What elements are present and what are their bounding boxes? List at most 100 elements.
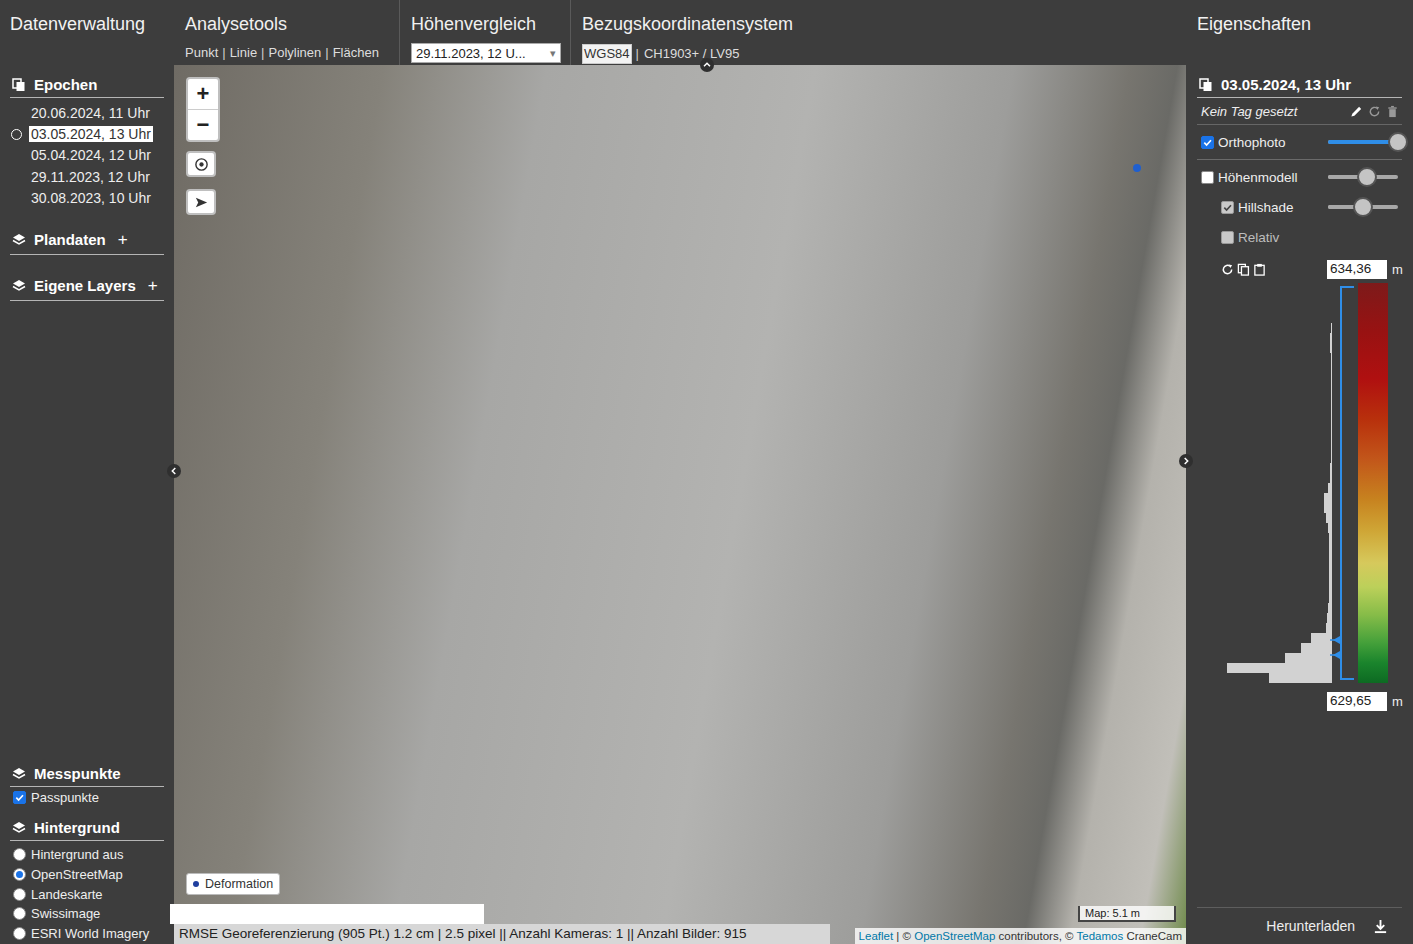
locate-button[interactable] [186,151,216,177]
radio-row[interactable]: Landeskarte [10,884,164,904]
trash-icon[interactable] [1386,105,1399,118]
panel-title: Datenverwaltung [10,0,164,36]
attribution-text: contributors, © [995,930,1076,942]
histogram-bin [1227,443,1332,453]
collapse-left-button[interactable] [167,464,181,478]
zoom-out-button[interactable]: − [188,109,218,140]
radio-button[interactable] [13,927,26,940]
histogram-bar [1329,563,1332,573]
pencil-icon[interactable] [1350,105,1363,118]
crs-option[interactable]: CH1903+ / LV95 [643,45,741,63]
refresh-icon[interactable] [1368,105,1381,118]
layer-row: Hillshade [1197,192,1402,222]
epoch-header: 03.05.2024, 13 Uhr [1197,75,1402,98]
radio-label: ESRI World Imagery [31,926,149,941]
map-view[interactable]: + − Deformation RMSE Georeferenzierung (… [174,65,1186,944]
add-button[interactable]: + [148,276,158,296]
own-layers-header[interactable]: Eigene Layers + [10,275,164,301]
reset-icon[interactable] [1221,263,1234,276]
tool-link[interactable]: Linie [230,44,257,62]
properties-panel: Eigenschaften 03.05.2024, 13 Uhr Kein Ta… [1186,0,1413,944]
checkbox[interactable] [1201,171,1214,184]
slider-knob[interactable] [1357,167,1377,187]
histogram-bin [1227,613,1332,623]
checkbox[interactable] [1221,231,1234,244]
selected-ring [11,129,22,140]
attribution-link[interactable]: Leaflet [859,930,894,942]
check-icon [1222,202,1233,213]
radio-button[interactable] [13,848,26,861]
crs-option[interactable]: WGS84 [582,44,632,64]
tool-link[interactable]: Polylinen [269,44,322,62]
data-management-panel: Datenverwaltung Epochen 20.06.2024, 11 U… [0,0,174,944]
radio-row[interactable]: Hintergrund aus [10,845,164,865]
slider-knob[interactable] [1388,132,1408,152]
radio-row[interactable]: Swissimage [10,904,164,924]
tool-link[interactable]: Punkt [185,44,218,62]
attribution-link[interactable]: OpenStreetMap [914,930,995,942]
add-button[interactable]: + [118,230,128,250]
copy-icon [12,78,26,92]
radio-slot [10,129,29,140]
range-min-row: 629,65 m [1197,688,1402,714]
checkbox[interactable] [1201,136,1214,149]
epoch-item[interactable]: 20.06.2024, 11 Uhr [10,102,164,123]
toolbar: Analysetools Punkt| Linie| Polylinen| Fl… [174,0,1186,65]
epoch-item[interactable]: 30.08.2023, 10 Uhr [10,188,164,209]
section-title: Bezugskoordinatensystem [582,12,1175,36]
tool-link[interactable]: Flächen [333,44,379,62]
histogram-bin [1227,393,1332,403]
opacity-slider[interactable] [1328,132,1398,152]
plandaten-header[interactable]: Plandaten + [10,229,164,255]
control-point-marker[interactable] [1133,164,1141,172]
collapse-top-button[interactable] [700,58,714,72]
hintergrund-header: Hintergrund [10,818,164,841]
histogram-bar [1331,453,1332,463]
epochs-header[interactable]: Epochen [10,75,164,98]
epoch-item[interactable]: 05.04.2024, 12 Uhr [10,145,164,166]
clipboard-icon[interactable] [1253,263,1266,276]
radio-button[interactable] [13,888,26,901]
opacity-slider[interactable] [1328,197,1398,217]
collapse-right-button[interactable] [1179,454,1193,468]
radio-row[interactable]: OpenStreetMap [10,865,164,885]
histogram-bin [1227,423,1332,433]
attribution: Leaflet | © OpenStreetMap contributors, … [855,928,1186,944]
layers-icon [12,279,26,293]
slider-knob[interactable] [1353,197,1373,217]
epoch-item[interactable]: 29.11.2023, 12 Uhr [10,166,164,187]
checkbox-row[interactable]: Passpunkte [10,787,164,808]
epoch-item[interactable]: 03.05.2024, 13 Uhr [10,123,164,144]
deformation-legend[interactable]: Deformation [186,873,280,895]
unit-label: m [1392,262,1402,277]
copy-icon[interactable] [1237,263,1250,276]
range-bracket-icon[interactable] [1332,283,1356,683]
radio-row[interactable]: ESRI World Imagery [10,923,164,943]
download-button[interactable]: Herunterladen [1197,907,1402,944]
checkbox[interactable] [1221,201,1234,214]
scale-bar: Map: 5.1 m [1078,906,1176,922]
histogram-bin [1227,583,1332,593]
histogram-bin [1227,413,1332,423]
layer-label: Relativ [1238,230,1279,245]
attribution-link[interactable]: Tedamos [1077,930,1124,942]
zoom-control: + − [186,77,220,142]
histogram-bin [1227,503,1332,513]
checkbox[interactable] [13,791,26,804]
min-value-field[interactable]: 629,65 [1327,692,1387,711]
histogram-bar [1327,613,1332,623]
zoom-in-button[interactable]: + [188,79,218,109]
layers-icon [12,233,26,247]
max-value-field[interactable]: 634,36 [1327,260,1387,279]
copy-icon [1199,78,1213,92]
radio-button[interactable] [13,868,26,881]
histogram-bin [1227,383,1332,393]
histogram-bin [1227,323,1332,333]
epoch-dropdown[interactable]: 29.11.2023, 12 U... ▾ [411,43,561,63]
opacity-slider[interactable] [1328,167,1398,187]
radio-button[interactable] [13,907,26,920]
download-label: Herunterladen [1266,918,1355,934]
navigate-button[interactable] [186,189,216,215]
